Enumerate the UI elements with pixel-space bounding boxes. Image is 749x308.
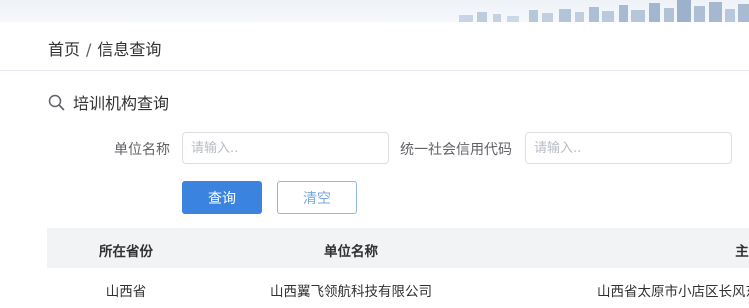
column-header-unit-name: 单位名称 — [324, 244, 378, 260]
breadcrumb-separator: / — [86, 40, 92, 59]
search-icon — [48, 94, 65, 110]
credit-code-input[interactable] — [525, 132, 732, 164]
section-header: 培训机构查询 — [48, 91, 169, 113]
unit-name-input[interactable] — [182, 132, 389, 164]
top-banner — [0, 0, 749, 22]
section-title: 培训机构查询 — [73, 94, 170, 113]
credit-code-label: 统一社会信用代码 — [400, 142, 512, 158]
table-row: 山西省 山西翼飞领航科技有限公司 山西省太原市小店区长风东 — [47, 268, 749, 308]
city-skyline-decoration — [459, 0, 749, 22]
cell-unit-name: 山西翼飞领航科技有限公司 — [270, 284, 432, 300]
cell-province: 山西省 — [105, 284, 147, 300]
breadcrumb: 首页 / 信息查询 — [48, 36, 161, 60]
table-header: 所在省份 单位名称 主 — [47, 228, 749, 268]
query-button[interactable]: 查询 — [182, 181, 262, 214]
clear-button[interactable]: 清空 — [277, 181, 357, 214]
breadcrumb-bar: 首页 / 信息查询 — [0, 22, 749, 71]
cell-address: 山西省太原市小店区长风东 — [597, 284, 749, 300]
column-header-address: 主 — [735, 244, 749, 260]
breadcrumb-current: 信息查询 — [97, 40, 162, 59]
column-header-province: 所在省份 — [99, 244, 153, 260]
breadcrumb-home-link[interactable]: 首页 — [48, 40, 80, 59]
unit-name-label: 单位名称 — [114, 142, 170, 158]
